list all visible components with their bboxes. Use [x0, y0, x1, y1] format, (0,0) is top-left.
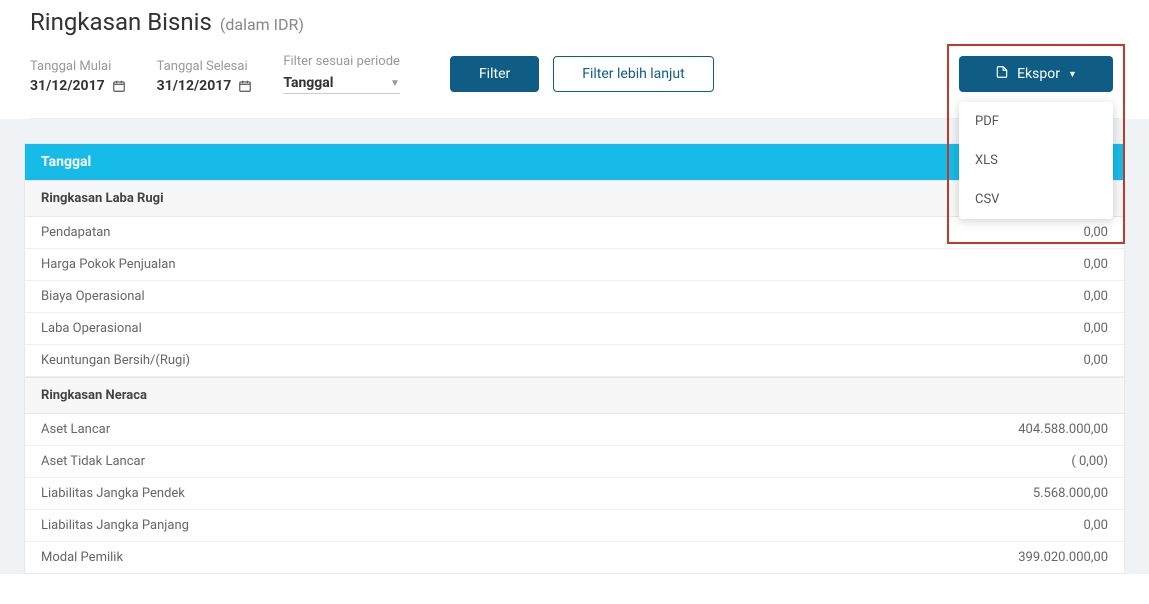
export-option-xls[interactable]: XLS: [959, 141, 1113, 180]
filter-button-label: Filter: [479, 66, 510, 82]
table-row: Modal Pemilik 399.020.000,00: [25, 542, 1124, 573]
controls-bar: Tanggal Mulai 31/12/2017 Tanggal Selesai…: [30, 54, 1119, 119]
table-row: Aset Lancar 404.588.000,00: [25, 414, 1124, 446]
row-value: 0,00: [1084, 321, 1108, 336]
export-button[interactable]: Ekspor ▼: [959, 56, 1113, 92]
start-date-group: Tanggal Mulai 31/12/2017: [30, 59, 127, 94]
period-select-value: Tanggal: [283, 75, 333, 91]
row-value: 404.588.000,00: [1018, 422, 1108, 437]
row-value: ( 0,00): [1071, 454, 1108, 469]
row-value: 399.020.000,00: [1018, 550, 1108, 565]
start-date-label: Tanggal Mulai: [30, 59, 127, 74]
table-row: Liabilitas Jangka Panjang 0,00: [25, 510, 1124, 542]
row-value: 0,00: [1084, 257, 1108, 272]
period-filter-group: Filter sesuai periode Tanggal ▼: [283, 54, 400, 94]
export-option-pdf[interactable]: PDF: [959, 102, 1113, 141]
page-title: Ringkasan Bisnis: [30, 8, 212, 36]
advanced-filter-button[interactable]: Filter lebih lanjut: [553, 56, 713, 92]
table-row: Aset Tidak Lancar ( 0,00): [25, 446, 1124, 478]
end-date-label: Tanggal Selesai: [157, 59, 254, 74]
chevron-down-icon: ▼: [390, 78, 400, 89]
advanced-filter-button-label: Filter lebih lanjut: [582, 66, 684, 82]
export-button-label: Ekspor: [1017, 66, 1060, 82]
period-filter-label: Filter sesuai periode: [283, 54, 400, 69]
row-label: Aset Tidak Lancar: [41, 454, 145, 469]
start-date-picker[interactable]: 31/12/2017: [30, 78, 127, 94]
calendar-icon: [111, 78, 127, 94]
table-row: Harga Pokok Penjualan 0,00: [25, 249, 1124, 281]
end-date-value: 31/12/2017: [157, 78, 232, 94]
row-label: Laba Operasional: [41, 321, 142, 336]
table-row: Liabilitas Jangka Pendek 5.568.000,00: [25, 478, 1124, 510]
row-label: Liabilitas Jangka Pendek: [41, 486, 185, 501]
calendar-icon: [237, 78, 253, 94]
row-label: Aset Lancar: [41, 422, 110, 437]
caret-down-icon: ▼: [1068, 69, 1077, 80]
table-row: Biaya Operasional 0,00: [25, 281, 1124, 313]
row-value: 0,00: [1084, 353, 1108, 368]
row-label: Pendapatan: [41, 225, 110, 240]
row-label: Keuntungan Bersih/(Rugi): [41, 353, 190, 368]
row-label: Modal Pemilik: [41, 550, 123, 565]
table-row: Keuntungan Bersih/(Rugi) 0,00: [25, 345, 1124, 377]
row-value: 0,00: [1084, 518, 1108, 533]
table-row: Laba Operasional 0,00: [25, 313, 1124, 345]
filter-button[interactable]: Filter: [450, 56, 539, 92]
export-dropdown: PDF XLS CSV: [959, 102, 1113, 219]
export-option-csv[interactable]: CSV: [959, 180, 1113, 219]
row-value: 0,00: [1084, 289, 1108, 304]
page-subtitle: (dalam IDR): [220, 15, 304, 34]
row-value: 5.568.000,00: [1033, 486, 1108, 501]
end-date-picker[interactable]: 31/12/2017: [157, 78, 254, 94]
period-select[interactable]: Tanggal ▼: [283, 73, 400, 94]
section-header-balance: Ringkasan Neraca: [25, 377, 1124, 414]
row-label: Biaya Operasional: [41, 289, 145, 304]
export-highlight-box: Ekspor ▼ PDF XLS CSV: [947, 44, 1125, 244]
start-date-value: 31/12/2017: [30, 78, 105, 94]
row-label: Harga Pokok Penjualan: [41, 257, 176, 272]
file-export-icon: [995, 65, 1009, 83]
end-date-group: Tanggal Selesai 31/12/2017: [157, 59, 254, 94]
row-label: Liabilitas Jangka Panjang: [41, 518, 189, 533]
